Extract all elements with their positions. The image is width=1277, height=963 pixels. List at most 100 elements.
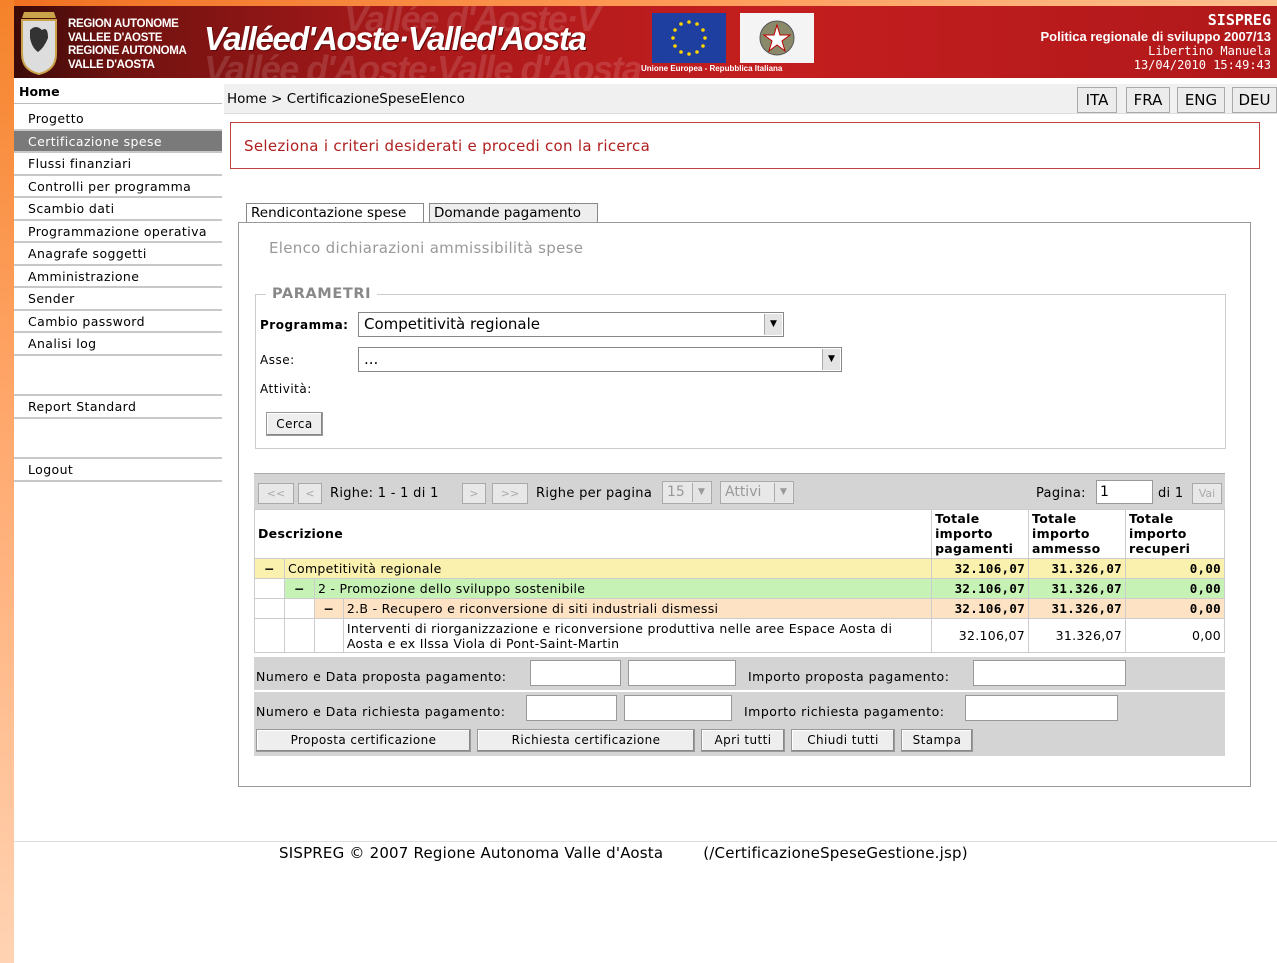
current-user: Libertino Manuela	[1148, 44, 1271, 58]
region-line: VALLE D'AOSTA	[68, 58, 155, 71]
info-message: Seleziona i criteri desiderati e procedi…	[230, 122, 1260, 169]
rows-per-page-label: Righe per pagina	[536, 486, 653, 501]
row-description: Competitività regionale	[283, 558, 933, 579]
indent-cell	[283, 618, 315, 653]
next-page-button[interactable]: >	[462, 483, 486, 504]
programma-select[interactable]: Competitività regionale ▼	[358, 312, 784, 337]
page-total: di 1	[1158, 486, 1184, 501]
collapse-toggle-icon[interactable]: −	[313, 598, 344, 619]
row-totale-pagamenti: 32.106,07	[931, 618, 1030, 653]
row-totale-pagamenti: 32.106,07	[931, 558, 1030, 579]
prev-page-button[interactable]: <	[298, 483, 322, 504]
richiesta-numero-input[interactable]	[526, 695, 617, 721]
app-name: SISPREG	[1207, 11, 1271, 29]
region-crest-icon	[21, 12, 57, 76]
sidebar-spacer	[14, 419, 222, 459]
rows-per-page-select[interactable]: 15 ▼	[662, 481, 712, 504]
site-header: Vallée d'Aoste·V Vallée d'Aoste·Valle d'…	[14, 6, 1277, 78]
proposta-row: Numero e Data proposta pagamento: Import…	[254, 657, 1225, 691]
lang-ita-button[interactable]: ITA	[1077, 87, 1117, 113]
tab-domande-pagamento[interactable]: Domande pagamento	[429, 203, 598, 223]
sidebar-item-amministrazione[interactable]: Amministrazione	[14, 265, 222, 288]
go-page-button[interactable]: Vai	[1192, 483, 1222, 504]
asse-label: Asse:	[260, 353, 295, 367]
sidebar-item-report-standard[interactable]: Report Standard	[14, 396, 222, 419]
page-label: Pagina:	[1036, 486, 1086, 501]
asse-select[interactable]: ... ▼	[358, 347, 842, 372]
col-header-totale-recuperi: Totale importo recuperi	[1124, 509, 1226, 559]
indent-cell	[254, 598, 285, 619]
footer-divider	[14, 841, 1277, 842]
proposta-certificazione-button[interactable]: Proposta certificazione	[256, 729, 471, 752]
apri-tutti-button[interactable]: Apri tutti	[701, 729, 785, 752]
action-bar: Proposta certificazione Richiesta certif…	[254, 726, 1225, 756]
pager-bar: << < Righe: 1 - 1 di 1 > >> Righe per pa…	[254, 473, 1225, 509]
italian-republic-emblem-icon	[740, 13, 814, 63]
sidebar-home[interactable]: Home	[14, 82, 222, 104]
proposta-numero-input[interactable]	[530, 660, 621, 686]
filter-select[interactable]: Attivi ▼	[720, 481, 794, 504]
lang-eng-button[interactable]: ENG	[1177, 87, 1225, 113]
stampa-button[interactable]: Stampa	[901, 729, 973, 752]
sidebar-item-scambio-dati[interactable]: Scambio dati	[14, 198, 222, 221]
breadcrumb: Home > CertificazioneSpeseElenco	[227, 91, 465, 107]
sidebar-item-anagrafe[interactable]: Anagrafe soggetti	[14, 243, 222, 266]
proposta-label: Numero e Data proposta pagamento:	[256, 669, 507, 684]
lang-deu-button[interactable]: DEU	[1232, 87, 1277, 113]
richiesta-label: Numero e Data richiesta pagamento:	[256, 704, 506, 719]
results-table: Descrizione Totale importo pagamenti Tot…	[253, 509, 1226, 653]
row-totale-recuperi: 0,00	[1124, 598, 1226, 619]
sidebar-item-analisi-log[interactable]: Analisi log	[14, 333, 222, 356]
richiesta-row: Numero e Data richiesta pagamento: Impor…	[254, 692, 1225, 726]
indent-cell	[283, 598, 315, 619]
table-header-row: Descrizione Totale importo pagamenti Tot…	[253, 509, 1226, 559]
table-row: − 2.B - Recupero e riconversione di siti…	[254, 598, 1226, 619]
region-name: REGION AUTONOME VALLEE D'AOSTE REGIONE A…	[68, 18, 187, 72]
importo-proposta-input[interactable]	[973, 660, 1126, 686]
breadcrumb-bar: Home > CertificazioneSpeseElenco ITA FRA…	[224, 84, 1277, 114]
first-page-button[interactable]: <<	[258, 483, 294, 504]
importo-proposta-label: Importo proposta pagamento:	[748, 669, 950, 684]
importo-richiesta-input[interactable]	[965, 695, 1118, 721]
sidebar-item-controlli[interactable]: Controlli per programma	[14, 175, 222, 198]
collapse-toggle-icon[interactable]: −	[283, 578, 315, 599]
col-header-totale-ammesso: Totale importo ammesso	[1028, 509, 1126, 559]
current-datetime: 13/04/2010 15:49:43	[1133, 58, 1271, 72]
chevron-down-icon: ▼	[774, 483, 792, 502]
richiesta-data-input[interactable]	[624, 695, 732, 721]
richiesta-certificazione-button[interactable]: Richiesta certificazione	[477, 729, 695, 752]
row-description: 2 - Promozione dello sviluppo sostenibil…	[313, 578, 933, 599]
row-totale-recuperi: 0,00	[1124, 578, 1226, 599]
attivita-label: Attività:	[260, 382, 312, 396]
page-input[interactable]: 1	[1096, 480, 1153, 504]
tab-rendicontazione-spese[interactable]: Rendicontazione spese	[246, 203, 424, 224]
left-accent-strip	[0, 0, 14, 963]
table-row: − 2 - Promozione dello sviluppo sostenib…	[254, 578, 1226, 599]
row-totale-pagamenti: 32.106,07	[931, 578, 1030, 599]
sidebar-item-flussi-finanziari[interactable]: Flussi finanziari	[14, 153, 222, 176]
flags-caption: Unione Europea - Repubblica Italiana	[641, 64, 783, 73]
proposta-data-input[interactable]	[628, 660, 736, 686]
lang-fra-button[interactable]: FRA	[1126, 87, 1170, 113]
programma-label: Programma:	[260, 318, 349, 332]
rows-per-page-value: 15	[667, 484, 685, 500]
parametri-legend: PARAMETRI	[266, 286, 378, 302]
last-page-button[interactable]: >>	[492, 483, 528, 504]
parametri-fieldset: PARAMETRI Programma: Competitività regio…	[255, 286, 1226, 449]
footer-page-path: (/CertificazioneSpeseGestione.jsp)	[703, 844, 968, 862]
chevron-down-icon: ▼	[822, 349, 840, 370]
row-totale-ammesso: 31.326,07	[1028, 558, 1126, 579]
sidebar-item-cambio-password[interactable]: Cambio password	[14, 310, 222, 333]
eu-flag-icon	[652, 13, 726, 63]
chiudi-tutti-button[interactable]: Chiudi tutti	[791, 729, 895, 752]
sidebar-item-certificazione-spese[interactable]: Certificazione spese	[14, 130, 222, 153]
sidebar-item-programmazione[interactable]: Programmazione operativa	[14, 220, 222, 243]
sidebar-item-progetto[interactable]: Progetto	[14, 108, 222, 131]
sidebar-item-logout[interactable]: Logout	[14, 459, 222, 482]
cerca-button[interactable]: Cerca	[266, 412, 323, 436]
col-header-totale-pagamenti: Totale importo pagamenti	[931, 509, 1030, 559]
row-totale-pagamenti: 32.106,07	[931, 598, 1030, 619]
sidebar-item-sender[interactable]: Sender	[14, 288, 222, 311]
collapse-toggle-icon[interactable]: −	[254, 558, 285, 579]
filter-select-value: Attivi	[725, 484, 762, 500]
